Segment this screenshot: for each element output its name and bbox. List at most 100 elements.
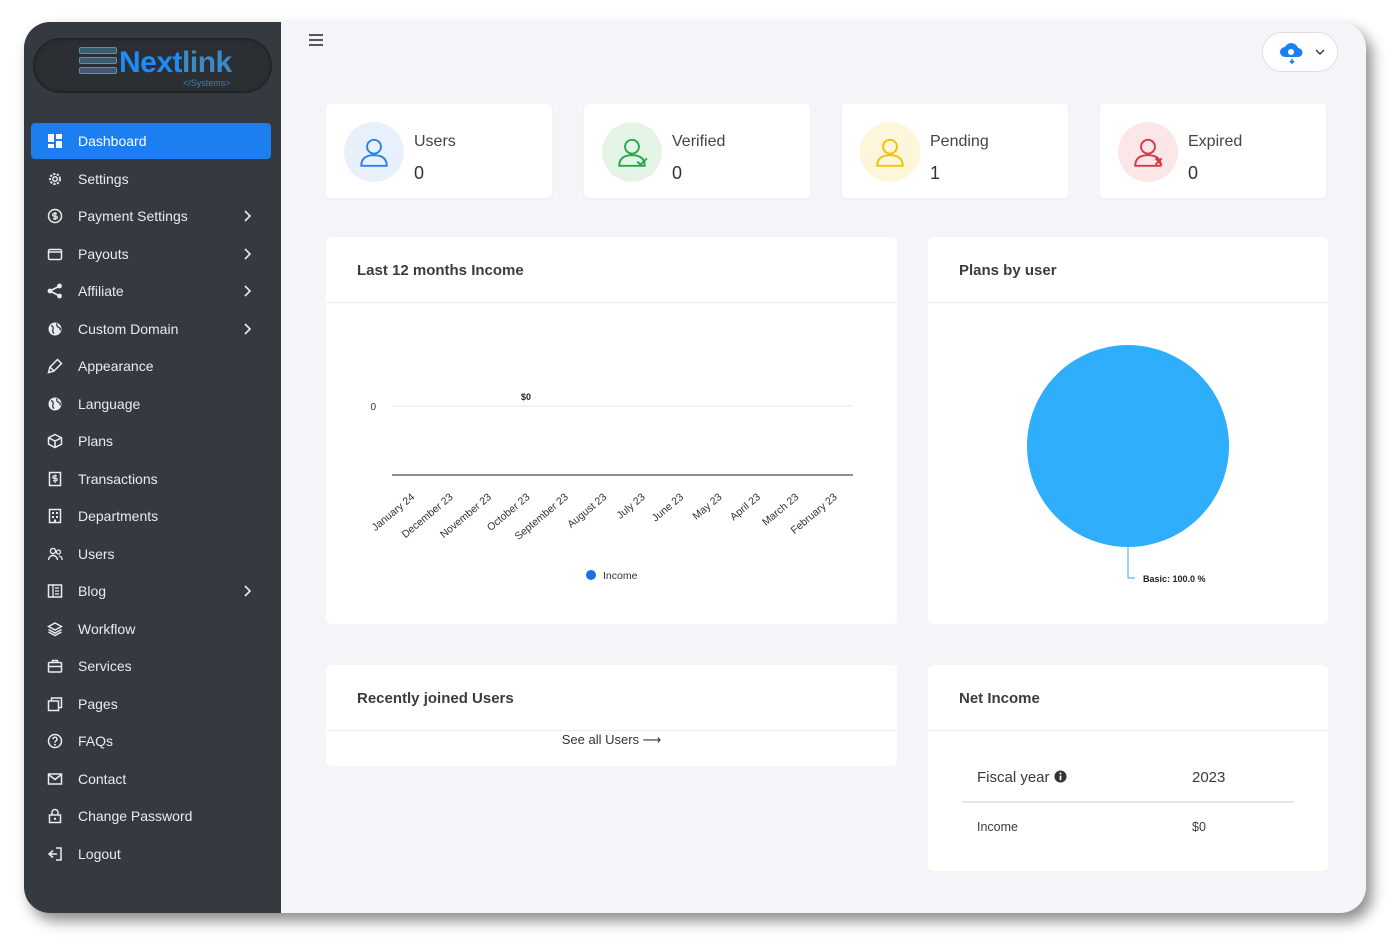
server-logo-icon [79,47,117,81]
income-chart-card: Last 12 months Income 0 January 24 Decembe… [326,237,897,624]
layers-icon [47,621,63,637]
building-icon [47,508,63,524]
sidebar-item-contact[interactable]: Contact [31,761,271,797]
chevron-right-icon [243,583,253,599]
gear-icon [47,171,63,187]
user-check-icon [602,122,662,182]
dollar-circle-icon [47,208,63,224]
sidebar-item-payment-settings[interactable]: Payment Settings [31,198,271,234]
stat-card-verified: Verified 0 [584,104,810,198]
question-icon [47,733,63,749]
x-tick-label: June 23 [650,491,686,524]
main-content: Users 0 Verified 0 Pending 1 Expired 0 Last 12 … [281,22,1366,913]
sidebar-item-label: Blog [78,583,107,599]
sidebar-item-label: Workflow [78,620,136,637]
recent-users-title: Recently joined Users [326,665,897,731]
chevron-right-icon [243,246,253,262]
stat-card-users: Users 0 [326,104,552,198]
fiscal-year-label: Fiscal year [977,769,1067,786]
stat-label: Pending [930,133,989,150]
brand-name: Nextlink [119,46,232,79]
sidebar-item-label: Users [78,545,115,562]
chevron-right-icon [243,208,253,224]
stat-value: 0 [414,163,425,183]
sidebar-item-blog[interactable]: Blog [31,573,271,609]
income-line-chart: 0January 24December 23November 23October… [370,392,853,582]
sidebar-item-plans[interactable]: Plans [31,423,271,459]
data-label: $0 [521,392,531,402]
pie-slice-basic [1027,345,1229,547]
language-switcher[interactable] [1262,32,1338,72]
brand-subtitle: </Systems> [183,78,231,88]
sidebar-item-label: Affiliate [78,283,124,299]
lock-icon [47,808,63,824]
fiscal-year-value: 2023 [1192,769,1226,786]
legend-marker-income [586,570,596,580]
stat-value: 1 [930,163,941,183]
sidebar-item-custom-domain[interactable]: Custom Domain [31,311,271,347]
sidebar-item-workflow[interactable]: Workflow [31,611,271,647]
y-tick-label: 0 [370,402,376,413]
sidebar-item-label: Services [78,658,132,674]
app-window: Nextlink </Systems> Dashboard Settings Pay… [24,22,1366,913]
sidebar-item-label: Settings [78,170,129,187]
sidebar-item-label: Payment Settings [78,208,188,224]
users-icon [47,546,63,562]
x-tick-label: April 23 [728,491,763,523]
sidebar-item-services[interactable]: Services [31,648,271,684]
dashboard-icon [47,133,63,149]
logout-icon [47,846,63,862]
sidebar-item-logout[interactable]: Logout [31,836,271,872]
user-icon [344,122,404,182]
income-chart-title: Last 12 months Income [326,237,897,303]
chevron-right-icon [243,283,253,299]
net-income-table: Fiscal year 2023 Income $0 [962,755,1294,847]
brand-logo[interactable]: Nextlink </Systems> [33,38,272,93]
stat-label: Expired [1188,133,1243,150]
table-header-row: Fiscal year 2023 [962,755,1294,803]
plans-pie-chart: Basic: 100.0 % [1027,345,1229,584]
cloud-icon [1280,43,1303,64]
plans-chart-card: Plans by user Basic: 100.0 % [928,237,1328,624]
sidebar-item-departments[interactable]: Departments [31,498,271,534]
x-tick-label: May 23 [690,491,724,522]
sidebar-item-label: Payouts [78,245,129,262]
sidebar-item-label: Pages [78,695,118,712]
sidebar-item-language[interactable]: Language [31,386,271,422]
briefcase-icon [47,658,63,674]
recent-users-card: Recently joined Users See all Users ⟶ [326,665,897,766]
pie-label-leader [1127,547,1135,579]
chevron-right-icon [243,321,253,337]
share-icon [47,283,63,299]
sidebar-item-label: Contact [78,770,127,787]
sidebar-item-label: FAQs [78,733,114,749]
sidebar-item-label: Language [78,395,141,412]
box-icon [47,433,63,449]
sidebar-item-dashboard[interactable]: Dashboard [31,123,271,159]
sidebar-item-users[interactable]: Users [31,536,271,572]
sidebar-item-label: Appearance [78,358,154,374]
user-x-icon [1118,122,1178,182]
sidebar-item-payouts[interactable]: Payouts [31,236,271,272]
sidebar-item-label: Change Password [78,808,193,824]
sidebar-item-appearance[interactable]: Appearance [31,348,271,384]
info-icon[interactable] [1054,770,1067,783]
sidebar-item-transactions[interactable]: Transactions [31,461,271,497]
sidebar-item-label: Plans [78,433,114,449]
sidebar-item-pages[interactable]: Pages [31,686,271,722]
hamburger-menu-icon[interactable] [309,34,323,46]
stat-label: Verified [672,133,726,150]
sidebar-item-affiliate[interactable]: Affiliate [31,273,271,309]
stat-value: 0 [1188,163,1199,183]
sidebar-item-label: Custom Domain [78,320,179,337]
sidebar-item-faqs[interactable]: FAQs [31,723,271,759]
mail-icon [47,771,63,787]
sidebar-item-settings[interactable]: Settings [31,161,271,197]
sidebar: Nextlink </Systems> Dashboard Settings Pay… [24,22,281,913]
sidebar-item-change-password[interactable]: Change Password [31,798,271,834]
sidebar-item-label: Dashboard [78,133,147,149]
blog-icon [47,583,63,599]
net-income-card: Net Income Fiscal year 2023 Income $0 [928,665,1328,871]
see-all-users-link[interactable]: See all Users ⟶ [326,732,897,748]
sidebar-item-label: Logout [78,845,121,862]
